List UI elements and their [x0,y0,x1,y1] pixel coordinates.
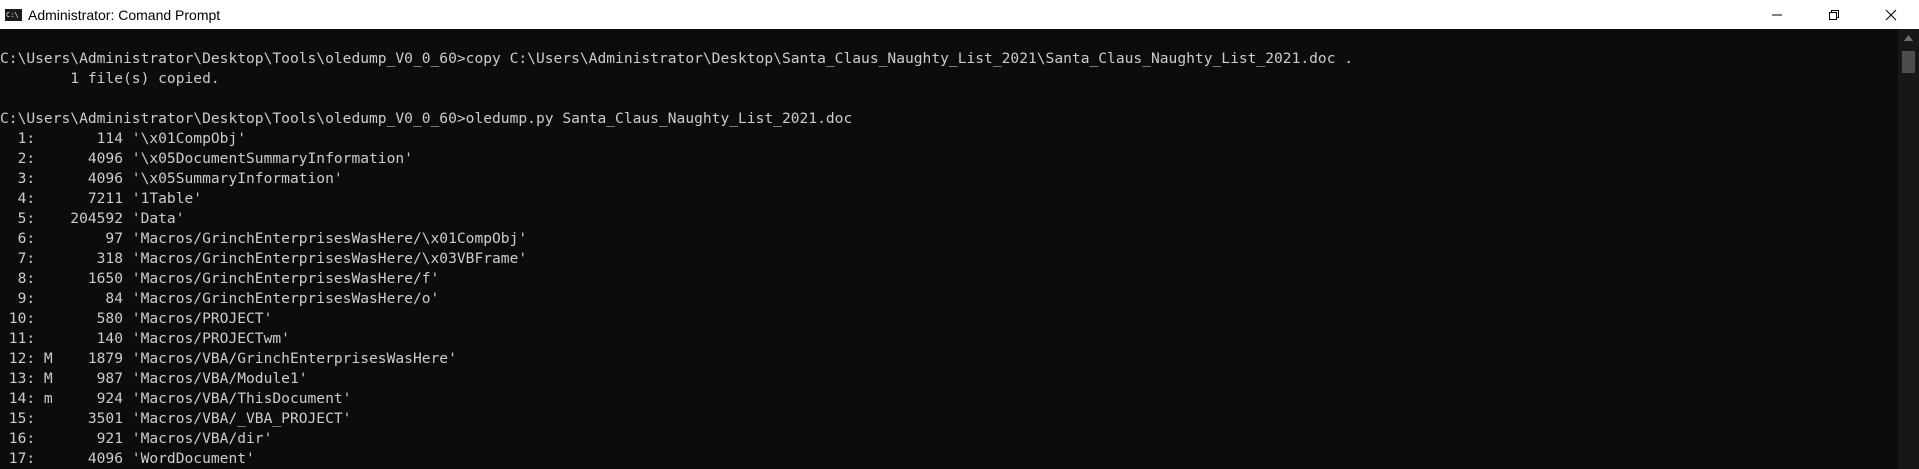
console-line: 1: 114 '\x01CompObj' [0,130,247,147]
caption-buttons [1748,0,1919,29]
cmd-window: C:\ Administrator: Comand Prompt C:\User… [0,0,1919,469]
console-line: 17: 4096 'WordDocument' [0,450,255,467]
console-line: C:\Users\Administrator\Desktop\Tools\ole… [0,110,853,127]
chevron-up-icon [1904,35,1913,41]
console-line: 7: 318 'Macros/GrinchEnterprisesWasHere/… [0,250,528,267]
console-line: 1 file(s) copied. [0,70,220,87]
console-line: 13: M 987 'Macros/VBA/Module1' [0,370,308,387]
close-icon [1885,9,1896,20]
scroll-thumb[interactable] [1902,51,1915,73]
console-line: 14: m 924 'Macros/VBA/ThisDocument' [0,390,352,407]
console-line: 3: 4096 '\x05SummaryInformation' [0,170,343,187]
restore-icon [1828,9,1839,20]
scroll-up-button[interactable] [1898,29,1919,47]
close-button[interactable] [1862,0,1919,29]
console-line: 10: 580 'Macros/PROJECT' [0,310,273,327]
window-title: Administrator: Comand Prompt [28,6,221,23]
console-line: 8: 1650 'Macros/GrinchEnterprisesWasHere… [0,270,440,287]
console-line: 12: M 1879 'Macros/VBA/GrinchEnterprises… [0,350,457,367]
console-line: 9: 84 'Macros/GrinchEnterprisesWasHere/o… [0,290,440,307]
cmd-app-icon: C:\ [5,8,22,21]
console-lines: C:\Users\Administrator\Desktop\Tools\ole… [0,29,1898,469]
console-line: 15: 3501 'Macros/VBA/_VBA_PROJECT' [0,410,352,427]
restore-button[interactable] [1805,0,1862,29]
console-line: 5: 204592 'Data' [0,210,185,227]
console-line: 6: 97 'Macros/GrinchEnterprisesWasHere/\… [0,230,528,247]
title-bar[interactable]: C:\ Administrator: Comand Prompt [0,0,1919,29]
console-line: 2: 4096 '\x05DocumentSummaryInformation' [0,150,413,167]
console-line: C:\Users\Administrator\Desktop\Tools\ole… [0,50,1354,67]
vertical-scrollbar[interactable] [1898,29,1919,469]
minimize-button[interactable] [1748,0,1805,29]
minimize-icon [1771,14,1782,15]
console-line: 4: 7211 '1Table' [0,190,203,207]
console-line: 16: 921 'Macros/VBA/dir' [0,430,273,447]
console-output[interactable]: C:\Users\Administrator\Desktop\Tools\ole… [0,29,1898,469]
console-line: 11: 140 'Macros/PROJECTwm' [0,330,290,347]
